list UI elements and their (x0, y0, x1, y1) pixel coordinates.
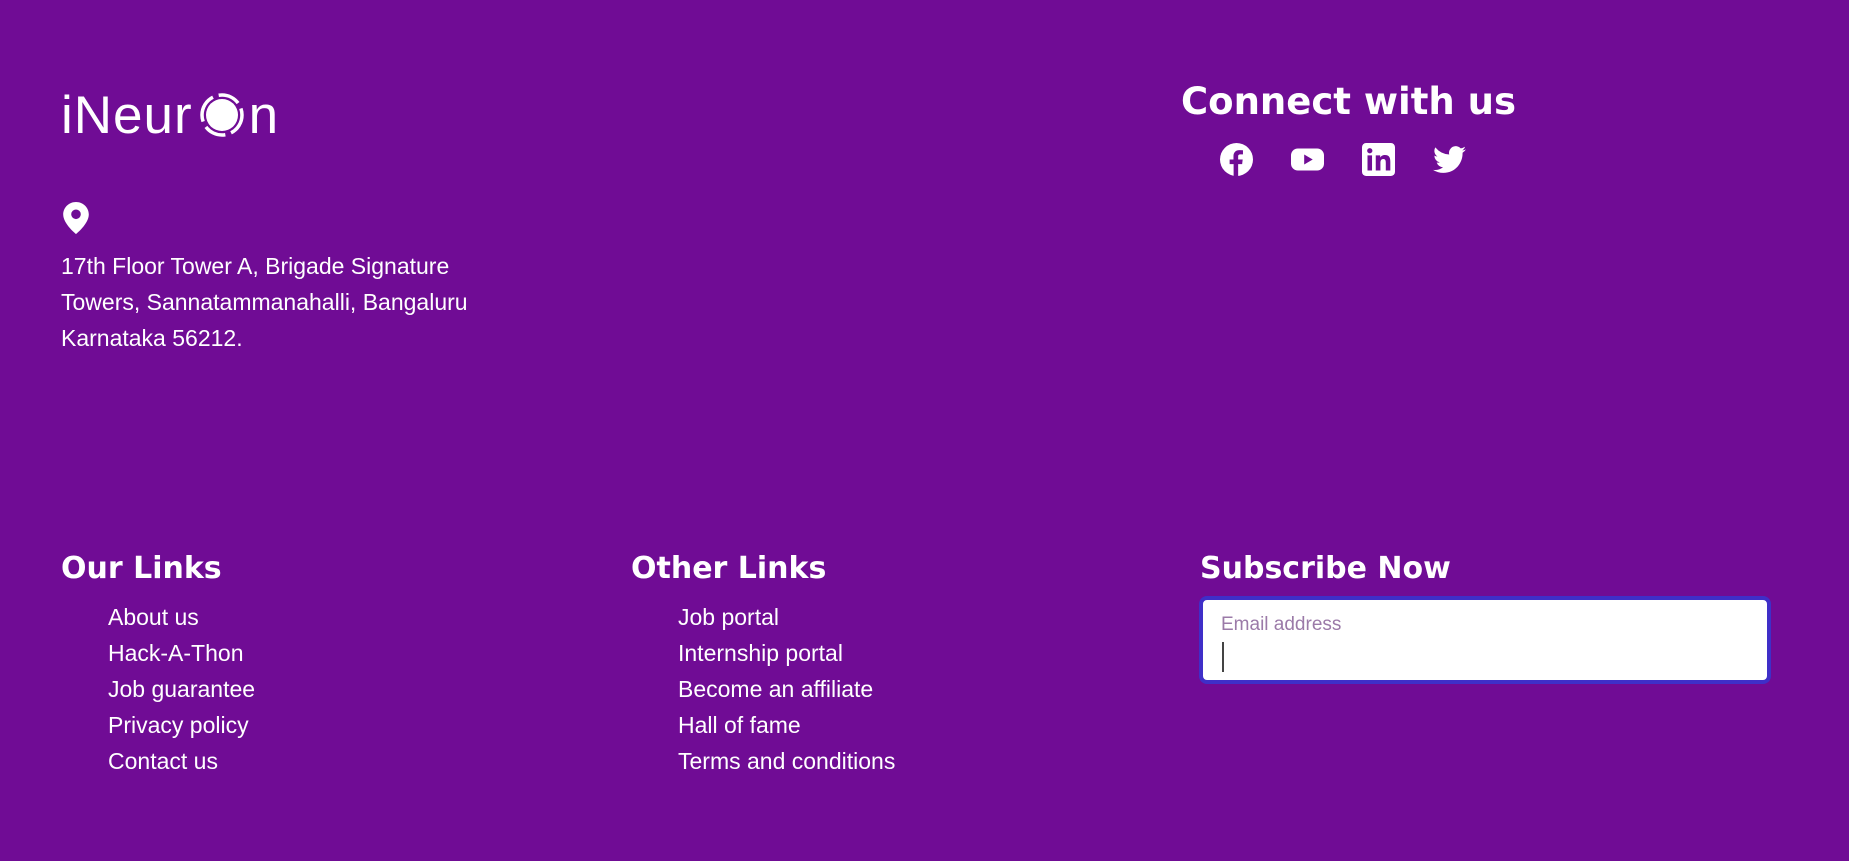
link-privacy-policy[interactable]: Privacy policy (108, 707, 255, 743)
linkedin-icon (1362, 143, 1395, 176)
link-internship-portal[interactable]: Internship portal (678, 635, 895, 671)
logo-text-prefix: iNeur (61, 85, 193, 145)
youtube-icon (1291, 148, 1324, 171)
ineuron-logo[interactable]: iNeur n (61, 82, 279, 148)
email-placeholder: Email address (1221, 614, 1342, 635)
twitter-icon (1433, 146, 1466, 173)
link-hall-of-fame[interactable]: Hall of fame (678, 707, 895, 743)
link-terms-conditions[interactable]: Terms and conditions (678, 743, 895, 779)
location-pin-icon (63, 202, 89, 234)
our-links-list: About us Hack-A-Thon Job guarantee Priva… (108, 599, 255, 779)
facebook-icon (1220, 143, 1253, 176)
email-field[interactable]: Email address (1199, 596, 1771, 684)
logo-o-icon (199, 93, 244, 137)
address-line: Karnataka 56212. (61, 325, 243, 351)
address-block: 17th Floor Tower A, Brigade Signature To… (61, 248, 501, 356)
subscribe-title: Subscribe Now (1200, 551, 1451, 586)
linkedin-link[interactable] (1362, 143, 1395, 176)
our-links-title: Our Links (61, 551, 222, 586)
link-become-affiliate[interactable]: Become an affiliate (678, 671, 895, 707)
social-links (1220, 143, 1466, 176)
footer: iNeur n 17th Floor Tower A, Brigade Sign… (0, 0, 1849, 861)
facebook-link[interactable] (1220, 143, 1253, 176)
link-hack-a-thon[interactable]: Hack-A-Thon (108, 635, 255, 671)
address-line: Towers, Sannatammanahalli, Bangaluru (61, 289, 468, 315)
link-about-us[interactable]: About us (108, 599, 255, 635)
address-line: 17th Floor Tower A, Brigade Signature (61, 253, 450, 279)
link-contact-us[interactable]: Contact us (108, 743, 255, 779)
link-job-portal[interactable]: Job portal (678, 599, 895, 635)
youtube-link[interactable] (1291, 143, 1324, 176)
twitter-link[interactable] (1433, 143, 1466, 176)
other-links-title: Other Links (631, 551, 827, 586)
connect-title: Connect with us (1181, 80, 1516, 123)
logo-text-suffix: n (248, 85, 280, 145)
other-links-list: Job portal Internship portal Become an a… (678, 599, 895, 779)
text-caret (1222, 642, 1224, 672)
link-job-guarantee[interactable]: Job guarantee (108, 671, 255, 707)
